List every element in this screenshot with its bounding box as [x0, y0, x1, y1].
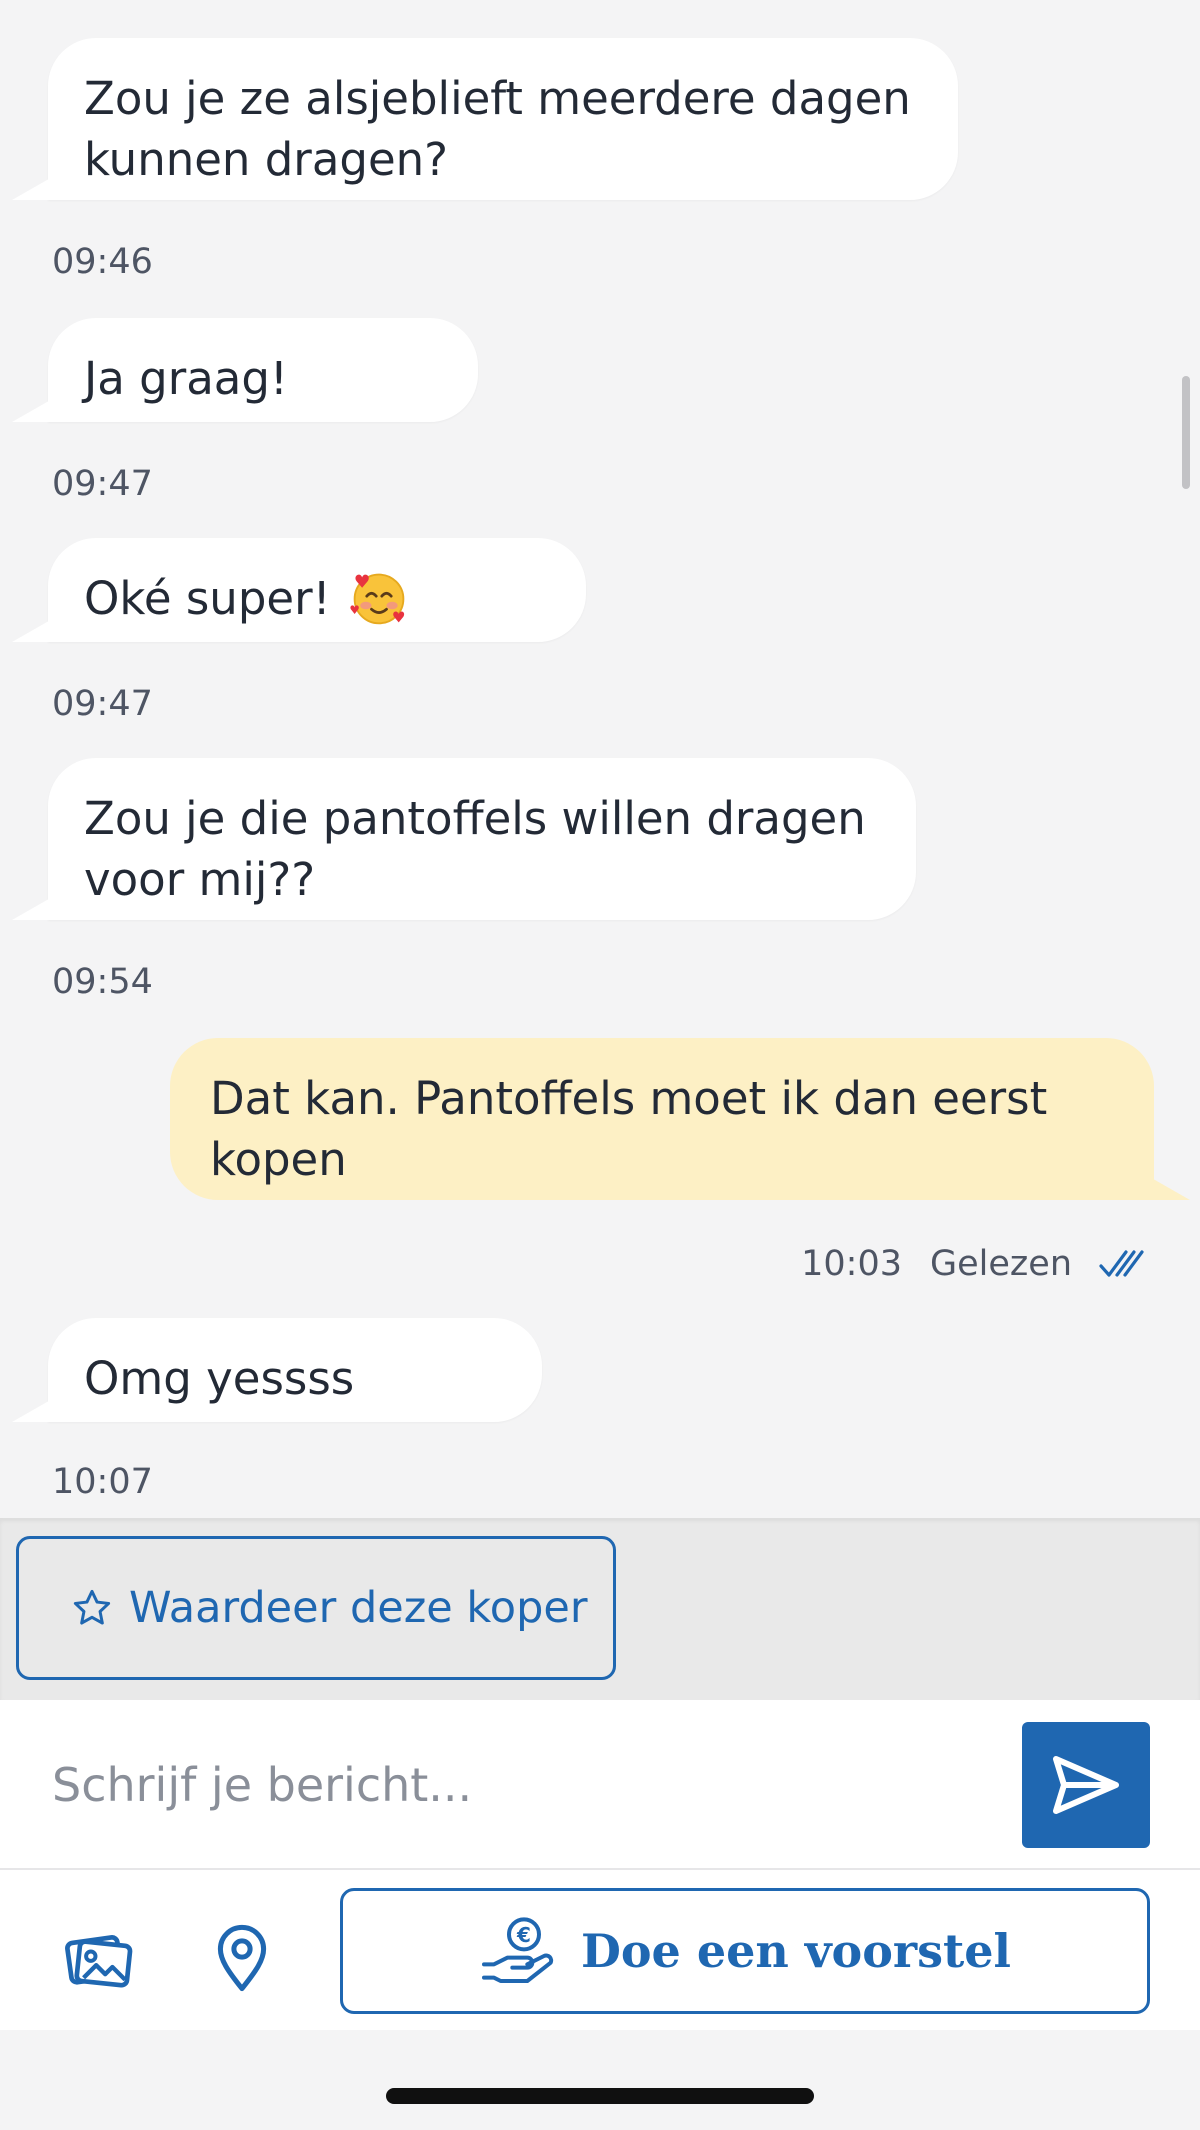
- photo-button[interactable]: [58, 1918, 138, 1998]
- message-time: 09:54: [52, 962, 153, 1002]
- send-button[interactable]: [1022, 1722, 1150, 1848]
- message-text: Oké super!: [84, 568, 550, 629]
- message-time: 09:47: [52, 464, 153, 504]
- location-pin-icon: [217, 1924, 267, 1992]
- message-bubble-incoming[interactable]: Omg yessss: [48, 1318, 542, 1422]
- smiling-face-with-hearts-icon: [350, 573, 405, 625]
- rate-bar: Waardeer deze koper: [0, 1518, 1200, 1700]
- message-bubble-incoming[interactable]: Oké super!: [48, 538, 586, 642]
- make-offer-label: Doe een voorstel: [580, 1924, 1012, 1978]
- message-time: 10:07: [52, 1462, 153, 1502]
- message-status: 10:03 Gelezen: [801, 1244, 1146, 1284]
- send-icon: [1053, 1756, 1119, 1814]
- message-text: Ja graag!: [84, 352, 288, 405]
- rate-buyer-button[interactable]: Waardeer deze koper: [16, 1536, 616, 1680]
- message-list[interactable]: Zou je ze alsjeblieft meerdere dagen kun…: [0, 0, 1200, 1518]
- message-input[interactable]: [36, 1740, 976, 1830]
- message-bubble-outgoing[interactable]: Dat kan. Pantoffels moet ik dan eerst ko…: [170, 1038, 1154, 1200]
- message-text: Omg yessss: [84, 1352, 355, 1405]
- message-bubble-incoming[interactable]: Ja graag!: [48, 318, 478, 422]
- compose-bar: [0, 1700, 1200, 1870]
- double-check-icon: [1099, 1250, 1144, 1277]
- message-bubble-incoming[interactable]: Zou je ze alsjeblieft meerdere dagen kun…: [48, 38, 958, 200]
- home-indicator[interactable]: [386, 2088, 814, 2104]
- message-text: Zou je ze alsjeblieft meerdere dagen kun…: [84, 72, 911, 186]
- message-text: Zou je die pantoffels willen dragen voor…: [84, 792, 866, 906]
- message-time: 10:03: [801, 1244, 902, 1284]
- read-status: Gelezen: [930, 1244, 1072, 1284]
- message-time: 09:46: [52, 242, 153, 282]
- message-bubble-incoming[interactable]: Zou je die pantoffels willen dragen voor…: [48, 758, 916, 920]
- make-offer-button[interactable]: € Doe een voorstel: [340, 1888, 1150, 2014]
- photos-icon: [65, 1935, 133, 1988]
- svg-text:€: €: [516, 1923, 531, 1947]
- scrollbar[interactable]: [1182, 376, 1190, 489]
- action-bar: € Doe een voorstel: [0, 1870, 1200, 2030]
- rate-buyer-label: Waardeer deze koper: [129, 1583, 588, 1633]
- star-outline-icon: [73, 1589, 111, 1625]
- hand-euro-coin-icon: €: [481, 1917, 554, 1983]
- location-button[interactable]: [202, 1918, 282, 1998]
- message-time: 09:47: [52, 684, 153, 724]
- message-text: Dat kan. Pantoffels moet ik dan eerst ko…: [210, 1072, 1048, 1186]
